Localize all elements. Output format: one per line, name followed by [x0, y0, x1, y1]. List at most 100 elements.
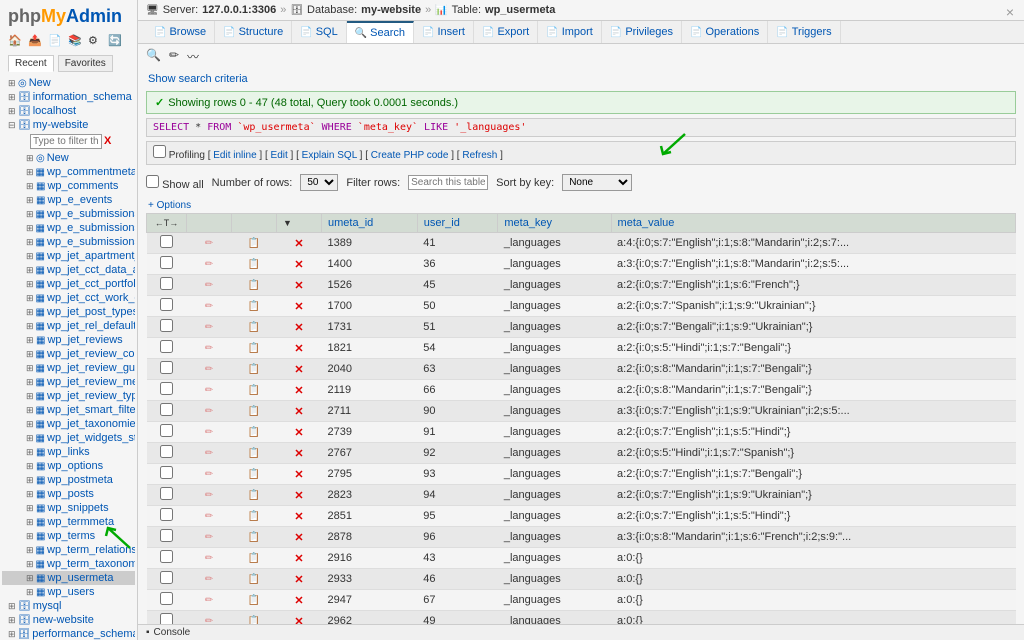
delete-row[interactable] — [277, 338, 322, 359]
logo[interactable]: phpMyAdmin — [2, 2, 135, 31]
cell-meta-value[interactable]: a:0:{} — [611, 569, 1015, 590]
explain-link[interactable]: Explain SQL — [302, 150, 357, 161]
show-criteria-link[interactable]: Show search criteria — [138, 69, 1024, 89]
table-search-icon[interactable] — [187, 48, 199, 65]
edit-row[interactable] — [187, 359, 232, 380]
row-checkbox[interactable] — [160, 340, 173, 353]
delete-row[interactable] — [277, 569, 322, 590]
cell-meta-key[interactable]: _languages — [498, 275, 611, 296]
expand-icon[interactable]: ⊞ — [26, 293, 34, 304]
delete-row[interactable] — [277, 590, 322, 611]
cell-umeta-id[interactable]: 1821 — [322, 338, 418, 359]
expand-icon[interactable]: ⊞ — [26, 503, 34, 514]
edit-row[interactable] — [187, 422, 232, 443]
row-checkbox[interactable] — [160, 508, 173, 521]
cell-meta-key[interactable]: _languages — [498, 464, 611, 485]
cell-meta-key[interactable]: _languages — [498, 443, 611, 464]
cell-umeta-id[interactable]: 2040 — [322, 359, 418, 380]
tree-table-wp_termmeta[interactable]: ⊞▦wp_termmeta — [2, 515, 135, 529]
tree-db-information_schema[interactable]: ⊞🗄information_schema — [2, 90, 135, 104]
edit-row[interactable] — [187, 275, 232, 296]
delete-row[interactable] — [277, 443, 322, 464]
copy-row[interactable] — [232, 380, 277, 401]
tree-table-wp_jet_reviews[interactable]: ⊞▦wp_jet_reviews — [2, 333, 135, 347]
tree-new[interactable]: ⊞◎New — [2, 76, 135, 90]
cell-meta-key[interactable]: _languages — [498, 485, 611, 506]
cell-umeta-id[interactable]: 1526 — [322, 275, 418, 296]
cell-meta-value[interactable]: a:2:{i:0;s:7:"English";i:1;s:5:"Hindi";} — [611, 422, 1015, 443]
edit-row[interactable] — [187, 590, 232, 611]
table-name[interactable]: wp_usermeta — [485, 4, 555, 16]
expand-icon[interactable]: ⊟ — [8, 120, 16, 131]
tree-table-wp_jet_post_types[interactable]: ⊞▦wp_jet_post_types — [2, 305, 135, 319]
delete-row[interactable] — [277, 380, 322, 401]
tree-db-my-website[interactable]: ⊟🗄my-website — [2, 118, 135, 132]
tree-table-wp_jet_rel_default[interactable]: ⊞▦wp_jet_rel_default — [2, 319, 135, 333]
cell-umeta-id[interactable]: 2119 — [322, 380, 418, 401]
delete-row[interactable] — [277, 317, 322, 338]
expand-icon[interactable]: ⊞ — [26, 377, 34, 388]
expand-icon[interactable]: ⊞ — [26, 363, 34, 374]
server-name[interactable]: 127.0.0.1:3306 — [202, 4, 276, 16]
cell-meta-value[interactable]: a:0:{} — [611, 590, 1015, 611]
cell-umeta-id[interactable]: 1700 — [322, 296, 418, 317]
row-checkbox[interactable] — [160, 466, 173, 479]
cell-user-id[interactable]: 45 — [417, 275, 498, 296]
cell-umeta-id[interactable]: 2795 — [322, 464, 418, 485]
cell-user-id[interactable]: 41 — [417, 233, 498, 254]
num-rows-select[interactable]: 50 — [300, 174, 338, 191]
expand-icon[interactable]: ⊞ — [26, 475, 34, 486]
delete-row[interactable] — [277, 275, 322, 296]
tab-import[interactable]: Import — [538, 21, 602, 43]
cell-meta-key[interactable]: _languages — [498, 233, 611, 254]
tree-table-wp_jet_review_types[interactable]: ⊞▦wp_jet_review_types — [2, 389, 135, 403]
row-checkbox[interactable] — [160, 361, 173, 374]
zoom-search-icon[interactable] — [146, 48, 161, 65]
tree-table-wp_term_taxonomy[interactable]: ⊞▦wp_term_taxonomy — [2, 557, 135, 571]
tab-recent[interactable]: Recent — [8, 55, 54, 72]
expand-icon[interactable]: ⊞ — [26, 517, 34, 528]
tree-table-wp_jet_cct_portfolio[interactable]: ⊞▦wp_jet_cct_portfolio — [2, 277, 135, 291]
close-icon[interactable]: × — [1006, 4, 1014, 20]
cell-user-id[interactable]: 92 — [417, 443, 498, 464]
cell-meta-value[interactable]: a:2:{i:0;s:5:"Hindi";i:1;s:7:"Bengali";} — [611, 338, 1015, 359]
row-checkbox[interactable] — [160, 445, 173, 458]
tab-favorites[interactable]: Favorites — [58, 55, 113, 72]
tab-sql[interactable]: SQL — [292, 21, 346, 43]
expand-icon[interactable]: ⊞ — [8, 615, 16, 626]
cell-user-id[interactable]: 94 — [417, 485, 498, 506]
cell-meta-value[interactable]: a:2:{i:0;s:5:"Hindi";i:1;s:7:"Spanish";} — [611, 443, 1015, 464]
tree-table-wp_jet_review_meta[interactable]: ⊞▦wp_jet_review_meta — [2, 375, 135, 389]
cell-meta-value[interactable]: a:3:{i:0;s:7:"English";i:1;s:8:"Mandarin… — [611, 254, 1015, 275]
row-checkbox[interactable] — [160, 529, 173, 542]
cell-umeta-id[interactable]: 2916 — [322, 548, 418, 569]
expand-icon[interactable]: ⊞ — [26, 405, 34, 416]
cell-meta-key[interactable]: _languages — [498, 590, 611, 611]
tab-export[interactable]: Export — [474, 21, 538, 43]
edit-row[interactable] — [187, 611, 232, 625]
options-link[interactable]: + Options — [148, 200, 1014, 211]
tree-db-performance_schema[interactable]: ⊞🗄performance_schema — [2, 627, 135, 640]
delete-row[interactable] — [277, 296, 322, 317]
cell-meta-key[interactable]: _languages — [498, 401, 611, 422]
row-checkbox[interactable] — [160, 613, 173, 624]
filter-tables-input[interactable] — [30, 134, 102, 149]
cell-meta-value[interactable]: a:3:{i:0;s:7:"English";i:1;s:9:"Ukrainia… — [611, 401, 1015, 422]
tree-table-wp_terms[interactable]: ⊞▦wp_terms — [2, 529, 135, 543]
edit-row[interactable] — [187, 254, 232, 275]
tab-browse[interactable]: Browse — [146, 21, 215, 43]
cell-meta-value[interactable]: a:0:{} — [611, 611, 1015, 625]
delete-row[interactable] — [277, 506, 322, 527]
edit-row[interactable] — [187, 401, 232, 422]
col-meta-key[interactable]: meta_key — [498, 214, 611, 233]
expand-icon[interactable]: ⊞ — [26, 167, 34, 178]
tree-table-wp_e_submissions_values[interactable]: ⊞▦wp_e_submissions_values — [2, 235, 135, 249]
cell-user-id[interactable]: 91 — [417, 422, 498, 443]
edit-row[interactable] — [187, 506, 232, 527]
cell-meta-value[interactable]: a:0:{} — [611, 548, 1015, 569]
row-checkbox[interactable] — [160, 403, 173, 416]
logout-icon[interactable] — [28, 34, 42, 48]
expand-icon[interactable]: ⊞ — [26, 307, 34, 318]
copy-row[interactable] — [232, 506, 277, 527]
copy-row[interactable] — [232, 296, 277, 317]
